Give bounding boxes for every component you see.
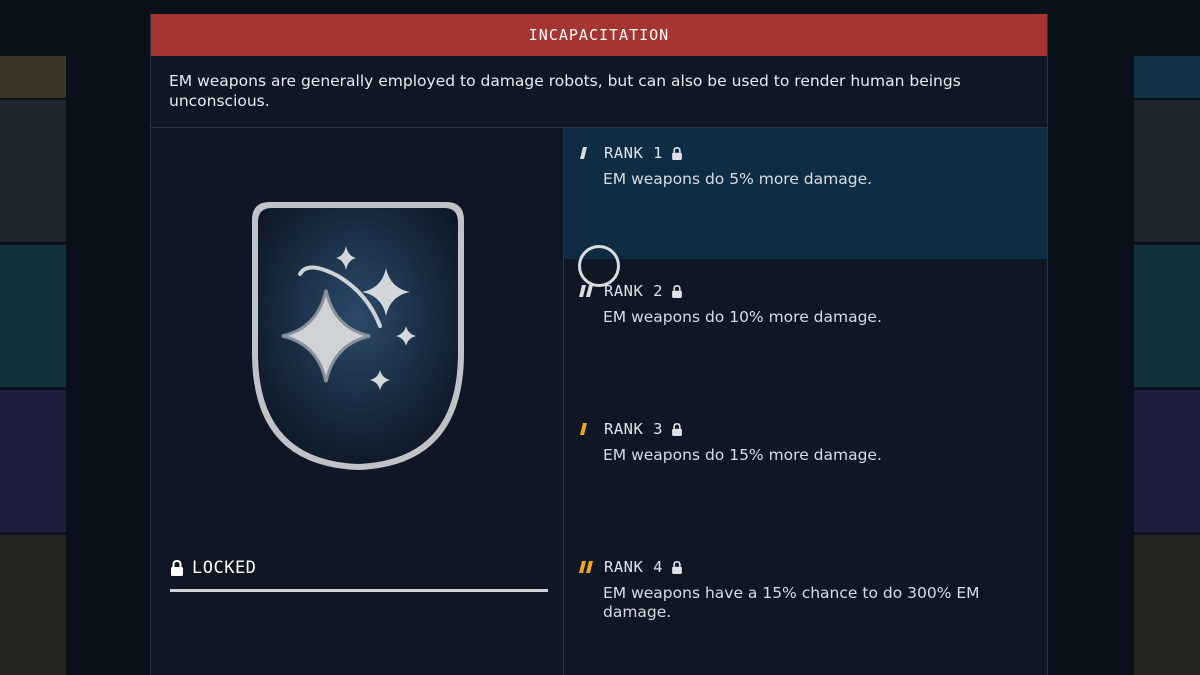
rank-description: EM weapons have a 15% chance to do 300% … — [603, 584, 980, 621]
skill-body: LOCKED RANK 1 EM weapons do 5% more dama… — [151, 128, 1047, 675]
skill-screen: INCAPACITATION EM weapons are generally … — [0, 0, 1200, 675]
rank-2-row[interactable]: RANK 2 EM weapons do 10% more damage. — [564, 266, 1047, 397]
skill-description: EM weapons are generally employed to dam… — [151, 56, 1047, 128]
background-skill-tile — [0, 535, 66, 675]
background-skill-tile — [1134, 535, 1200, 675]
rank-description: EM weapons do 10% more damage. — [603, 308, 882, 326]
lock-icon — [672, 560, 682, 574]
rank-4-marker-icon — [579, 561, 593, 573]
rank-label: RANK 4 — [604, 558, 663, 576]
rank-header: RANK 2 — [578, 282, 683, 300]
background-skill-tile — [1134, 56, 1200, 98]
lock-icon — [672, 422, 682, 436]
background-skill-tile — [1134, 100, 1200, 242]
skill-title-bar: INCAPACITATION — [151, 14, 1047, 56]
rank-3-row[interactable]: RANK 3 EM weapons do 15% more damage. — [564, 404, 1047, 535]
rank-header: RANK 1 — [578, 144, 683, 162]
rank-1-row[interactable]: RANK 1 EM weapons do 5% more damage. — [564, 128, 1047, 259]
lock-icon — [171, 560, 183, 576]
skill-title: INCAPACITATION — [528, 26, 670, 44]
rank-header: RANK 4 — [578, 558, 683, 576]
rank-list: RANK 1 EM weapons do 5% more damage. RAN… — [564, 128, 1047, 675]
background-skill-tile — [0, 56, 66, 98]
skill-detail-panel: INCAPACITATION EM weapons are generally … — [150, 14, 1048, 675]
lock-icon — [672, 284, 682, 298]
rank-3-marker-icon — [580, 423, 587, 435]
background-skill-tile — [0, 245, 66, 387]
lock-icon — [672, 146, 682, 160]
background-skill-tile — [1134, 390, 1200, 532]
background-skill-tile — [0, 390, 66, 532]
skill-badge-area: LOCKED — [151, 128, 564, 675]
locked-status: LOCKED — [170, 558, 256, 578]
rank-progress-bar — [170, 589, 548, 592]
sparkles-badge-icon — [252, 202, 464, 470]
background-skill-tile — [1134, 245, 1200, 387]
rank-4-row[interactable]: RANK 4 EM weapons have a 15% chance to d… — [564, 542, 1047, 673]
rank-description: EM weapons do 5% more damage. — [603, 170, 873, 188]
locked-label: LOCKED — [192, 558, 257, 578]
rank-label: RANK 2 — [604, 282, 663, 300]
rank-description: EM weapons do 15% more damage. — [603, 446, 882, 464]
background-skill-tile — [0, 100, 66, 242]
rank-1-marker-icon — [580, 147, 587, 159]
rank-label: RANK 3 — [604, 420, 663, 438]
rank-label: RANK 1 — [604, 144, 663, 162]
rank-header: RANK 3 — [578, 420, 683, 438]
rank-2-marker-icon — [579, 285, 593, 297]
